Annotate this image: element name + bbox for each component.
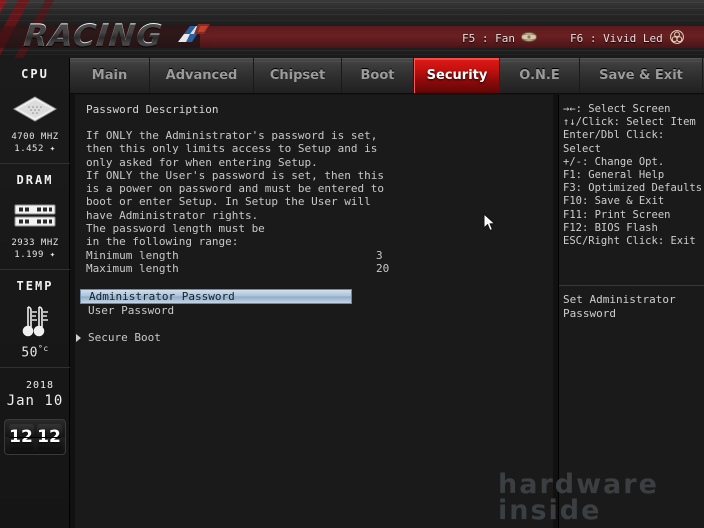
menu-item-administrator-password[interactable]: Administrator Password xyxy=(80,289,352,305)
sidebar-dram-voltage: 1.199 ✦ xyxy=(14,250,56,260)
hardware-monitor-sidebar: CPU 4700 MHZ 1.452 ✦ DRAM 2933 MHZ 1.199… xyxy=(0,58,70,528)
maximum-length-value: 20 xyxy=(376,261,390,275)
sidebar-cpu-voltage: 1.452 ✦ xyxy=(14,144,56,154)
bios-setup-screen: RACING F5 : Fan F6: Vivid Led Main Adva… xyxy=(0,0,704,528)
header-banner: RACING F5 : Fan F6: Vivid Led xyxy=(0,0,704,58)
help-key-row: F11: Print Screen xyxy=(563,208,671,221)
mouse-pointer-icon xyxy=(483,212,497,233)
sidebar-cpu-title: CPU xyxy=(21,67,49,81)
help-key-row: F3: Optimized Defaults xyxy=(563,182,703,195)
help-key-list: →←: Select Screen ↑↓/Click: Select Item En… xyxy=(559,95,704,248)
menu-item-user-password[interactable]: User Password xyxy=(80,304,352,318)
flip-clock-icon: 12 12 xyxy=(4,419,66,456)
clock-minutes: 12 xyxy=(36,424,62,451)
header-key-f5-label: F5 : Fan xyxy=(462,31,515,45)
submenu-arrow-icon xyxy=(76,334,81,343)
header-key-f5[interactable]: F5 : Fan xyxy=(462,30,537,46)
header-key-f6[interactable]: F6 : Vivid Led xyxy=(570,29,685,47)
tab-security[interactable]: Security xyxy=(414,58,500,93)
sidebar-cpu-block: CPU 4700 MHZ 1.452 ✦ xyxy=(0,58,70,164)
minimum-length-row: Minimum length 3 xyxy=(86,249,553,262)
tab-save-exit[interactable]: Save & Exit xyxy=(580,58,703,93)
sidebar-temp-block: TEMP 50°c xyxy=(0,270,70,369)
menu-item-label: Administrator Password xyxy=(89,290,235,304)
sidebar-temp-value: 50°c xyxy=(21,344,49,361)
help-key-row: ESC/Right Click: Exit xyxy=(563,235,696,248)
menu-item-label: Secure Boot xyxy=(88,331,161,345)
fan-icon xyxy=(520,31,537,46)
sidebar-temp-title: TEMP xyxy=(16,279,54,293)
help-context-note: Set Administrator Password xyxy=(563,293,676,320)
help-key-row: F1: General Help xyxy=(563,169,665,182)
security-menu: Administrator Password User Password Secur… xyxy=(75,289,553,345)
menu-item-secure-boot[interactable]: Secure Boot xyxy=(76,331,352,345)
tab-bar: Main Advanced Chipset Boot Security O.N.E Save… xyxy=(70,58,704,94)
clock-hours: 12 xyxy=(8,424,34,451)
minimum-length-value: 3 xyxy=(376,248,383,262)
tab-advanced[interactable]: Advanced xyxy=(150,58,254,93)
help-divider xyxy=(559,285,704,286)
thermometer-icon xyxy=(0,299,70,343)
help-key-row: →←: Select Screen xyxy=(563,103,671,115)
tab-chipset[interactable]: Chipset xyxy=(254,58,342,93)
checkered-flag-icon xyxy=(172,22,212,50)
sidebar-dram-frequency: 2933 MHZ xyxy=(11,238,59,248)
sidebar-datetime-block: 2018 Jan 10 12 12 xyxy=(0,368,70,463)
watermark: hardware inside xyxy=(498,471,698,526)
help-key-row: F10: Save & Exit xyxy=(563,195,665,208)
sidebar-cpu-frequency: 4700 MHZ xyxy=(11,132,59,142)
sidebar-month-day: Jan 10 xyxy=(6,393,64,410)
minimum-length-label: Minimum length xyxy=(86,248,179,262)
help-panel: →←: Select Screen ↑↓/Click: Select Item En… xyxy=(558,95,704,528)
memory-module-icon xyxy=(0,193,70,237)
logo-text: RACING xyxy=(22,18,165,54)
cpu-chip-icon xyxy=(0,87,70,131)
main-content-panel: Password Description If ONLY the Adminis… xyxy=(75,95,553,528)
help-key-row: ↑↓/Click: Select Item xyxy=(563,116,696,129)
maximum-length-row: Maximum length 20 xyxy=(86,262,553,275)
maximum-length-label: Maximum length xyxy=(86,261,179,275)
watermark-line-2: inside xyxy=(498,495,602,526)
sidebar-year: 2018 xyxy=(25,380,55,392)
menu-item-label: User Password xyxy=(88,304,175,318)
sidebar-dram-block: DRAM 2933 MHZ 1.199 ✦ xyxy=(0,164,70,270)
header-key-f6-label: F6 : Vivid Led xyxy=(570,31,663,45)
help-key-row: +/-: Change Opt. xyxy=(563,155,665,168)
tab-main[interactable]: Main xyxy=(70,58,150,93)
racing-logo: RACING xyxy=(22,16,212,56)
tab-boot[interactable]: Boot xyxy=(342,58,414,93)
help-key-row: F12: BIOS Flash xyxy=(563,221,658,234)
password-description-title: Password Description xyxy=(86,103,219,116)
sidebar-dram-title: DRAM xyxy=(16,173,54,187)
help-key-row: Enter/Dbl Click: Select xyxy=(563,129,665,155)
led-cluster-icon xyxy=(669,29,685,47)
tab-o-n-e[interactable]: O.N.E xyxy=(500,58,580,93)
